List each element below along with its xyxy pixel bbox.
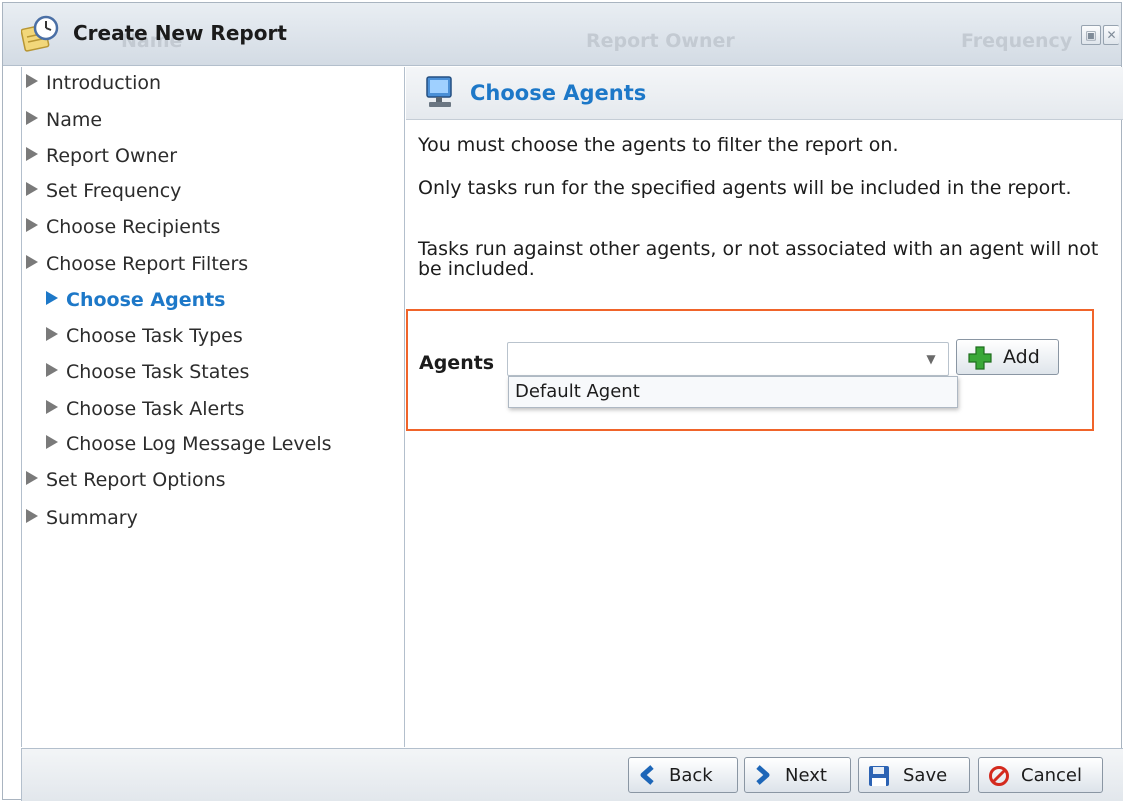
step-header: Choose Agents — [406, 67, 1123, 120]
title-bar: Name Report Owner Frequency Create New R… — [3, 3, 1121, 66]
nav-item-choose-agents[interactable]: Choose Agents — [46, 289, 226, 311]
nav-item-set-report-options[interactable]: Set Report Options — [26, 469, 226, 491]
back-arrow-icon — [640, 765, 654, 785]
nav-item-set-frequency[interactable]: Set Frequency — [26, 180, 181, 202]
expand-arrow-icon — [26, 471, 38, 485]
agents-combo-input[interactable]: ▼ — [507, 342, 949, 376]
expand-arrow-icon — [46, 327, 58, 341]
nav-item-choose-task-alerts[interactable]: Choose Task Alerts — [46, 398, 244, 420]
expand-arrow-icon — [26, 255, 38, 269]
agents-label: Agents — [419, 352, 495, 374]
nav-item-choose-report-filters[interactable]: Choose Report Filters — [26, 253, 248, 275]
wizard-footer: Back Next Save Cancel — [21, 748, 1123, 801]
nav-item-choose-task-types[interactable]: Choose Task Types — [46, 325, 243, 347]
background-tab-report-owner: Report Owner — [586, 30, 735, 52]
next-button-label: Next — [785, 765, 827, 786]
add-button-label: Add — [1003, 346, 1040, 368]
step-title: Choose Agents — [470, 81, 647, 105]
plus-icon — [968, 346, 992, 370]
save-button-label: Save — [903, 765, 948, 786]
nav-item-choose-task-states[interactable]: Choose Task States — [46, 361, 249, 383]
nav-item-choose-log-message-levels[interactable]: Choose Log Message Levels — [46, 433, 332, 455]
save-button[interactable]: Save — [858, 757, 970, 793]
create-report-window: Name Report Owner Frequency Create New R… — [2, 2, 1123, 801]
back-button[interactable]: Back — [628, 757, 738, 793]
chevron-down-icon[interactable]: ▼ — [914, 343, 948, 375]
instruction-text-1: You must choose the agents to filter the… — [418, 134, 899, 156]
step-content-panel: Choose Agents You must choose the agents… — [406, 67, 1123, 747]
report-clock-icon — [21, 15, 59, 52]
cancel-button[interactable]: Cancel — [978, 757, 1103, 793]
computer-icon — [426, 76, 452, 107]
expand-arrow-icon — [46, 435, 58, 449]
expand-arrow-icon — [26, 509, 38, 523]
agents-selection-box: Agents ▼ Default Agent Add — [406, 309, 1094, 431]
restore-icon[interactable]: ▣ — [1081, 25, 1101, 45]
nav-item-report-owner[interactable]: Report Owner — [26, 145, 177, 167]
next-arrow-icon — [756, 765, 770, 785]
expand-arrow-icon — [26, 111, 38, 125]
expand-arrow-icon — [26, 74, 38, 88]
current-step-arrow-icon — [46, 291, 58, 305]
instruction-text-2: Only tasks run for the specified agents … — [418, 177, 1072, 199]
back-button-label: Back — [669, 765, 713, 786]
add-agent-button[interactable]: Add — [956, 339, 1059, 375]
expand-arrow-icon — [26, 147, 38, 161]
nav-item-name[interactable]: Name — [26, 109, 102, 131]
window-title: Create New Report — [73, 21, 287, 45]
agents-dropdown-list: Default Agent — [508, 376, 958, 408]
cancel-button-label: Cancel — [1021, 765, 1082, 786]
expand-arrow-icon — [46, 363, 58, 377]
expand-arrow-icon — [26, 218, 38, 232]
expand-arrow-icon — [46, 400, 58, 414]
floppy-disk-icon — [869, 766, 889, 786]
instruction-text-3: Tasks run against other agents, or not a… — [418, 238, 1099, 280]
expand-arrow-icon — [26, 182, 38, 196]
nav-item-choose-recipients[interactable]: Choose Recipients — [26, 216, 220, 238]
background-tab-frequency: Frequency — [961, 30, 1073, 52]
close-icon[interactable]: ✕ — [1103, 25, 1119, 45]
nav-item-summary[interactable]: Summary — [26, 507, 138, 529]
dropdown-option-default-agent[interactable]: Default Agent — [515, 381, 640, 402]
nav-item-introduction[interactable]: Introduction — [26, 72, 161, 94]
cancel-icon — [989, 766, 1009, 786]
next-button[interactable]: Next — [744, 757, 851, 793]
wizard-steps-nav: Introduction Name Report Owner Set Frequ… — [21, 67, 405, 747]
